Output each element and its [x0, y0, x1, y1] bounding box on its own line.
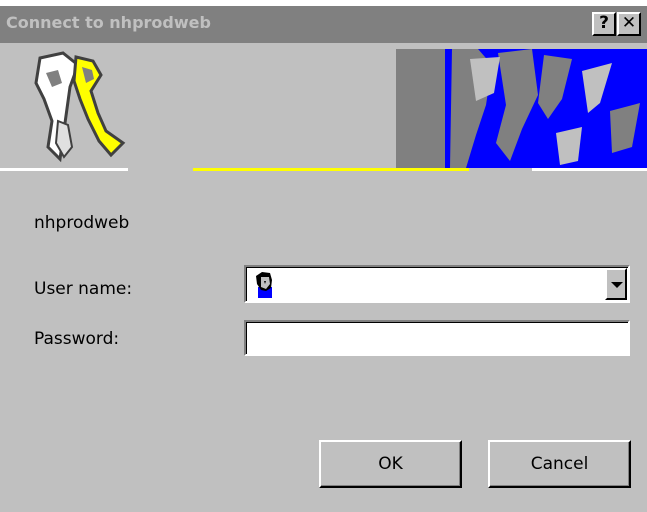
server-graphic: [396, 49, 647, 168]
user-avatar-icon: [256, 272, 272, 298]
connect-banner: [0, 43, 647, 174]
close-icon: ✕: [621, 13, 637, 33]
connect-dialog: Connect to nhprodweb ? ✕ nhprodweb User …: [0, 6, 647, 512]
password-input[interactable]: [252, 326, 618, 350]
server-name: nhprodweb: [34, 213, 130, 233]
username-input[interactable]: [280, 271, 590, 297]
password-field[interactable]: [244, 320, 630, 356]
help-icon: ?: [599, 13, 609, 33]
cancel-button[interactable]: Cancel: [488, 440, 631, 488]
ok-button[interactable]: OK: [319, 440, 462, 488]
chevron-down-icon: [611, 282, 623, 288]
title-bar[interactable]: Connect to nhprodweb ? ✕: [0, 6, 647, 43]
window-title: Connect to nhprodweb: [6, 13, 211, 32]
close-button[interactable]: ✕: [617, 12, 641, 36]
password-label: Password:: [34, 329, 120, 349]
username-label: User name:: [34, 279, 133, 299]
username-dropdown-button[interactable]: [605, 268, 627, 300]
username-combobox[interactable]: [244, 265, 630, 303]
help-button[interactable]: ?: [592, 12, 616, 36]
